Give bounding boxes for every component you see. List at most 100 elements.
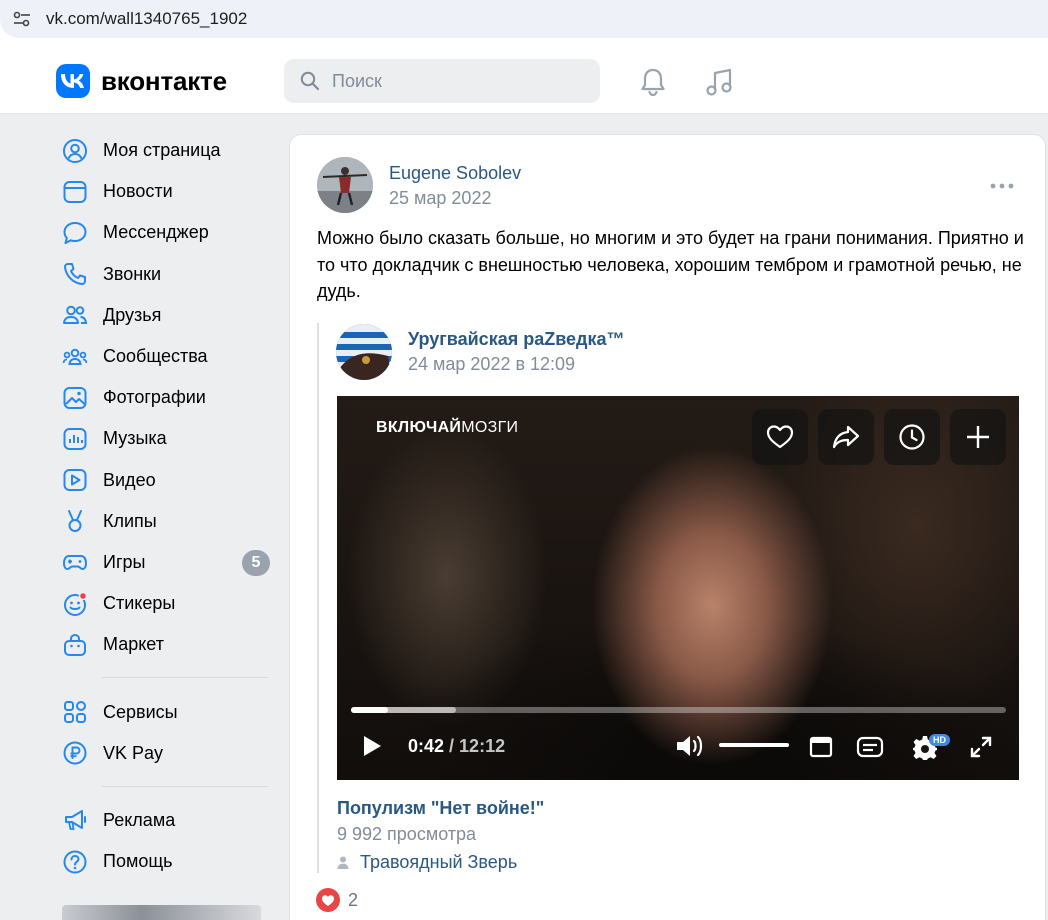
- sidebar-divider: [102, 677, 268, 679]
- sidebar-item-label: Друзья: [103, 304, 162, 325]
- sidebar-item-label: Сервисы: [103, 701, 178, 722]
- communities-icon: [62, 344, 88, 370]
- sidebar-item-label: Маркет: [103, 634, 164, 655]
- music-icon: [62, 426, 88, 452]
- clips-icon: [62, 508, 88, 534]
- post-author-name[interactable]: Eugene Sobolev: [389, 163, 521, 184]
- sidebar-item-communities[interactable]: Сообщества: [52, 336, 272, 377]
- sidebar-item-label: Клипы: [103, 510, 157, 531]
- fullscreen-icon[interactable]: [969, 735, 993, 759]
- sidebar-item-market[interactable]: Маркет: [52, 624, 272, 665]
- sidebar-item-label: Музыка: [103, 428, 167, 449]
- sidebar-item-label: Видео: [103, 469, 156, 490]
- video-watermark: ВКЛЮЧАЙМОЗГИ: [376, 419, 518, 437]
- plus-icon: [967, 426, 989, 448]
- vk-logo[interactable]: вконтакте: [56, 64, 227, 98]
- like-heart-icon: [316, 888, 340, 912]
- user-icon: [62, 138, 88, 164]
- person-icon: [337, 856, 349, 869]
- sidebar-item-label: Новости: [103, 181, 173, 202]
- ruble-icon: [62, 740, 88, 766]
- watermark-bold: ВКЛЮЧАЙ: [376, 419, 462, 436]
- bag-icon: [62, 632, 88, 658]
- search-icon: [300, 71, 320, 91]
- friends-icon: [62, 302, 88, 328]
- video-player[interactable]: ВКЛЮЧАЙМОЗГИ 0:42 / 12:12 HD: [337, 396, 1019, 780]
- share-video-button[interactable]: [818, 409, 874, 465]
- megaphone-icon: [62, 807, 88, 833]
- sidebar-item-ads[interactable]: Реклама: [52, 800, 272, 841]
- sidebar-item-news[interactable]: Новости: [52, 171, 272, 212]
- sidebar-item-music[interactable]: Музыка: [52, 418, 272, 459]
- repost-source-name[interactable]: Уругвайская раZведка™: [408, 329, 625, 350]
- play-icon[interactable]: [361, 734, 383, 758]
- likes-count: 2: [348, 889, 359, 910]
- sidebar-item-messenger[interactable]: Мессенджер: [52, 212, 272, 253]
- wall-post: Eugene Sobolev 25 мар 2022 Можно было ск…: [289, 134, 1046, 920]
- left-sidebar: Моя страница Новости Мессенджер Звонки Д…: [52, 130, 272, 882]
- clock-icon: [899, 424, 925, 450]
- sticker-icon: [62, 591, 88, 617]
- help-icon: [62, 849, 88, 875]
- logo-text: вконтакте: [101, 65, 227, 96]
- video-progress-bar[interactable]: [351, 707, 1006, 713]
- sidebar-item-label: VK Pay: [103, 742, 164, 763]
- author-avatar[interactable]: [317, 157, 373, 213]
- mini-player-icon[interactable]: [809, 736, 833, 758]
- post-text: Можно было сказать больше, но многим и э…: [317, 228, 1024, 301]
- sidebar-item-stickers[interactable]: Стикеры: [52, 583, 272, 624]
- sidebar-item-clips[interactable]: Клипы: [52, 501, 272, 542]
- news-icon: [62, 179, 88, 205]
- sidebar-item-my-page[interactable]: Моя страница: [52, 130, 272, 171]
- post-date[interactable]: 25 мар 2022: [389, 188, 491, 209]
- site-settings-icon[interactable]: [13, 11, 31, 27]
- sidebar-item-calls[interactable]: Звонки: [52, 254, 272, 295]
- address-pill[interactable]: vk.com/wall1340765_1902: [0, 0, 1048, 38]
- like-button[interactable]: 2: [316, 888, 358, 912]
- photo-icon: [62, 385, 88, 411]
- video-title[interactable]: Популизм "Нет войне!": [337, 798, 544, 819]
- sidebar-item-label: Реклама: [103, 809, 176, 830]
- video-duration: / 12:12: [449, 736, 506, 756]
- sidebar-item-games[interactable]: Игры 5: [52, 542, 272, 583]
- like-video-button[interactable]: [752, 409, 808, 465]
- volume-icon[interactable]: [675, 733, 705, 759]
- sidebar-item-vk-pay[interactable]: VK Pay: [52, 733, 272, 774]
- phone-icon: [62, 261, 88, 287]
- watermark-light: МОЗГИ: [461, 419, 519, 436]
- sidebar-item-friends[interactable]: Друзья: [52, 295, 272, 336]
- share-arrow-icon: [832, 425, 860, 449]
- repost-source-avatar[interactable]: [336, 324, 392, 380]
- bell-icon[interactable]: [638, 66, 668, 98]
- watch-later-button[interactable]: [884, 409, 940, 465]
- video-uploader[interactable]: Травоядный Зверь: [337, 852, 517, 873]
- more-options-icon[interactable]: [990, 183, 1014, 189]
- sidebar-divider: [102, 785, 268, 787]
- sidebar-item-label: Стикеры: [103, 593, 176, 614]
- services-icon: [62, 699, 88, 725]
- music-note-icon[interactable]: [704, 66, 734, 98]
- url-text[interactable]: vk.com/wall1340765_1902: [46, 9, 247, 29]
- sidebar-item-services[interactable]: Сервисы: [52, 691, 272, 732]
- reposted-content: Уругвайская раZведка™ 24 мар 2022 в 12:0…: [317, 323, 1027, 873]
- sidebar-item-label: Помощь: [103, 851, 173, 872]
- search-box[interactable]: [284, 59, 600, 103]
- sidebar-item-help[interactable]: Помощь: [52, 841, 272, 882]
- sidebar-item-photos[interactable]: Фотографии: [52, 377, 272, 418]
- sidebar-promo-image[interactable]: [62, 905, 261, 920]
- subtitles-icon[interactable]: [856, 736, 884, 758]
- sidebar-item-video[interactable]: Видео: [52, 460, 272, 501]
- sidebar-item-label: Сообщества: [103, 346, 208, 367]
- heart-icon: [766, 425, 794, 449]
- volume-slider[interactable]: [719, 743, 789, 747]
- repost-date[interactable]: 24 мар 2022 в 12:09: [408, 354, 575, 375]
- search-input[interactable]: [332, 59, 592, 103]
- vk-logo-icon: [56, 64, 90, 98]
- add-video-button[interactable]: [950, 409, 1006, 465]
- sidebar-item-label: Звонки: [103, 263, 162, 284]
- games-count-badge: 5: [242, 549, 270, 576]
- sidebar-item-label: Мессенджер: [103, 222, 209, 243]
- gamepad-icon: [62, 549, 88, 575]
- message-icon: [62, 220, 88, 246]
- video-time: 0:42 / 12:12: [408, 736, 505, 757]
